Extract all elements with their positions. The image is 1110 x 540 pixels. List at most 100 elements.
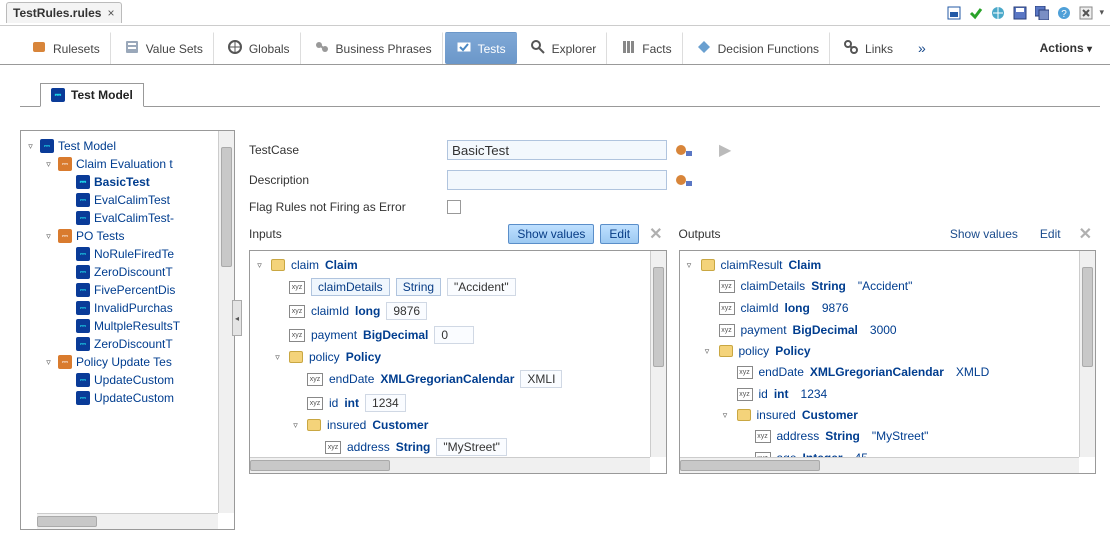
tab-value-sets[interactable]: Value Sets bbox=[113, 32, 214, 64]
data-value[interactable]: "Accident" bbox=[447, 278, 516, 296]
tree-item[interactable]: ⎓EvalCalimTest- bbox=[25, 209, 216, 227]
data-leaf-row[interactable]: xyzaddressString"MyStreet" bbox=[254, 435, 646, 457]
toggle-icon[interactable]: ▿ bbox=[720, 410, 731, 421]
more-tabs-icon[interactable]: » bbox=[918, 40, 926, 56]
tree-item[interactable]: ⎓MultpleResultsT bbox=[25, 317, 216, 335]
tree-item[interactable]: ⎓NoRuleFiredTe bbox=[25, 245, 216, 263]
data-leaf-row[interactable]: xyzpaymentBigDecimal3000 bbox=[684, 319, 1076, 341]
data-leaf-row[interactable]: xyzclaimDetailsString"Accident" bbox=[254, 275, 646, 299]
data-name-label: claimId bbox=[311, 304, 349, 318]
toggle-icon[interactable]: ▿ bbox=[290, 420, 301, 431]
file-tab[interactable]: TestRules.rules × bbox=[6, 2, 122, 23]
tree-item[interactable]: ▿⎓Test Model bbox=[25, 137, 216, 155]
inputs-scrollbar-h[interactable] bbox=[250, 457, 650, 473]
toggle-icon[interactable]: ▿ bbox=[43, 231, 54, 242]
data-value[interactable]: 9876 bbox=[386, 302, 427, 320]
flag-checkbox[interactable] bbox=[447, 200, 461, 214]
close-icon[interactable] bbox=[1077, 4, 1095, 22]
tab-tests[interactable]: Tests bbox=[445, 32, 517, 64]
inputs-scrollbar-v[interactable] bbox=[650, 251, 666, 457]
close-file-icon[interactable]: × bbox=[107, 6, 114, 20]
data-leaf-row[interactable]: xyzidint1234 bbox=[254, 391, 646, 415]
data-leaf-row[interactable]: xyzpaymentBigDecimal0 bbox=[254, 323, 646, 347]
data-value[interactable]: XMLI bbox=[520, 370, 562, 388]
tree-item[interactable]: ⎓UpdateCustom bbox=[25, 389, 216, 407]
save-ws-icon[interactable] bbox=[945, 4, 963, 22]
edit-testcase-icon[interactable] bbox=[675, 141, 695, 159]
tab-explorer[interactable]: Explorer bbox=[519, 32, 608, 64]
tab-globals[interactable]: Globals bbox=[216, 32, 301, 64]
collapse-handle[interactable]: ◂ bbox=[232, 300, 242, 336]
toggle-icon[interactable]: ▿ bbox=[702, 346, 713, 357]
scrollbar-thumb[interactable] bbox=[37, 516, 97, 527]
data-leaf-row[interactable]: xyzclaimIdlong9876 bbox=[254, 299, 646, 323]
data-leaf-row[interactable]: xyzendDateXMLGregorianCalendarXMLI bbox=[254, 367, 646, 391]
data-folder-row[interactable]: ▿claimClaim bbox=[254, 255, 646, 275]
scrollbar-thumb[interactable] bbox=[250, 460, 390, 471]
tree-item[interactable]: ⎓EvalCalimTest bbox=[25, 191, 216, 209]
data-folder-row[interactable]: ▿claimResultClaim bbox=[684, 255, 1076, 275]
sub-tab-test-model[interactable]: ⎓ Test Model bbox=[40, 83, 144, 107]
data-folder-row[interactable]: ▿insuredCustomer bbox=[684, 405, 1076, 425]
outputs-clear-icon[interactable]: ✕ bbox=[1075, 224, 1096, 244]
toggle-icon[interactable]: ▿ bbox=[43, 159, 54, 170]
help-icon[interactable]: ? bbox=[1055, 4, 1073, 22]
data-value[interactable]: 0 bbox=[434, 326, 474, 344]
toggle-icon[interactable]: ▿ bbox=[272, 352, 283, 363]
run-icon[interactable]: ▶ bbox=[719, 140, 731, 160]
save-icon[interactable] bbox=[1011, 4, 1029, 22]
outputs-edit[interactable]: Edit bbox=[1032, 225, 1069, 243]
toggle-icon[interactable]: ▿ bbox=[25, 141, 36, 152]
publish-icon[interactable] bbox=[989, 4, 1007, 22]
data-leaf-row[interactable]: xyzclaimDetailsString"Accident" bbox=[684, 275, 1076, 297]
data-leaf-row[interactable]: xyzclaimIdlong9876 bbox=[684, 297, 1076, 319]
data-folder-row[interactable]: ▿insuredCustomer bbox=[254, 415, 646, 435]
toggle-icon[interactable]: ▿ bbox=[43, 357, 54, 368]
tree-item[interactable]: ⎓UpdateCustom bbox=[25, 371, 216, 389]
tree-item[interactable]: ⎓ZeroDiscountT bbox=[25, 263, 216, 281]
data-leaf-row[interactable]: xyzageInteger45 bbox=[684, 447, 1076, 457]
scrollbar-thumb[interactable] bbox=[680, 460, 820, 471]
outputs-show-values[interactable]: Show values bbox=[942, 225, 1026, 243]
tree-item[interactable]: ⎓BasicTest bbox=[25, 173, 216, 191]
data-value[interactable]: 1234 bbox=[365, 394, 406, 412]
data-folder-row[interactable]: ▿policyPolicy bbox=[254, 347, 646, 367]
data-folder-row[interactable]: ▿policyPolicy bbox=[684, 341, 1076, 361]
save-all-icon[interactable] bbox=[1033, 4, 1051, 22]
data-name-label: claimResult bbox=[721, 258, 783, 272]
data-value[interactable]: "MyStreet" bbox=[436, 438, 507, 456]
toggle-icon[interactable]: ▿ bbox=[684, 260, 695, 271]
outputs-scrollbar-v[interactable] bbox=[1079, 251, 1095, 457]
tree-item[interactable]: ⎓FivePercentDis bbox=[25, 281, 216, 299]
tree-item[interactable]: ▿⎓PO Tests bbox=[25, 227, 216, 245]
close-menu-dropdown[interactable]: ▾ bbox=[1099, 7, 1104, 18]
edit-description-icon[interactable] bbox=[675, 171, 695, 189]
data-leaf-row[interactable]: xyzidint1234 bbox=[684, 383, 1076, 405]
inputs-show-values[interactable]: Show values bbox=[508, 224, 594, 244]
tree-item[interactable]: ⎓ZeroDiscountT bbox=[25, 335, 216, 353]
test-icon: ⎓ bbox=[76, 391, 90, 405]
scrollbar-thumb[interactable] bbox=[653, 267, 664, 367]
actions-menu[interactable]: Actions bbox=[1032, 37, 1100, 59]
scrollbar-thumb[interactable] bbox=[221, 147, 232, 267]
tree-item[interactable]: ⎓InvalidPurchas bbox=[25, 299, 216, 317]
data-leaf-row[interactable]: xyzaddressString"MyStreet" bbox=[684, 425, 1076, 447]
validate-icon[interactable] bbox=[967, 4, 985, 22]
description-input[interactable] bbox=[447, 170, 667, 190]
tree-item[interactable]: ▿⎓Policy Update Tes bbox=[25, 353, 216, 371]
tab-rulesets[interactable]: Rulesets bbox=[20, 32, 111, 64]
inputs-clear-icon[interactable]: ✕ bbox=[645, 224, 666, 244]
scrollbar-thumb[interactable] bbox=[1082, 267, 1093, 367]
data-leaf-row[interactable]: xyzendDateXMLGregorianCalendarXMLD bbox=[684, 361, 1076, 383]
tab-decision-functions[interactable]: Decision Functions bbox=[685, 32, 830, 64]
inputs-edit[interactable]: Edit bbox=[600, 224, 639, 244]
toggle-icon[interactable]: ▿ bbox=[254, 260, 265, 271]
tree-scrollbar-h[interactable] bbox=[37, 513, 218, 529]
tree-item[interactable]: ▿⎓Claim Evaluation t bbox=[25, 155, 216, 173]
tab-links[interactable]: Links bbox=[832, 32, 904, 64]
tree-item-label: UpdateCustom bbox=[94, 373, 174, 387]
tab-business-phrases[interactable]: Business Phrases bbox=[303, 32, 443, 64]
tab-facts[interactable]: Facts bbox=[609, 32, 682, 64]
outputs-scrollbar-h[interactable] bbox=[680, 457, 1080, 473]
testcase-input[interactable] bbox=[447, 140, 667, 160]
